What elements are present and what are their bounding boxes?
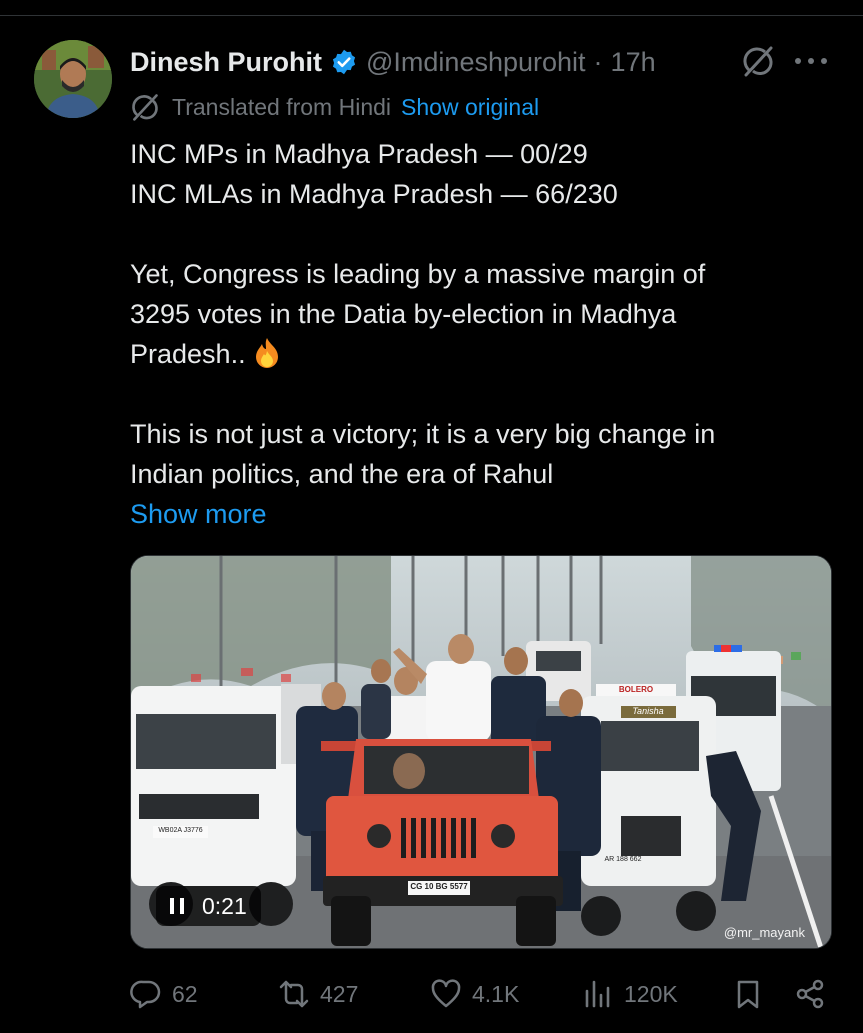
reply-icon — [130, 980, 161, 1009]
action-bar: 62 427 4.1K 120K — [130, 972, 830, 1016]
video-watermark: @mr_mayank — [723, 925, 805, 940]
bookmark-icon — [737, 980, 759, 1009]
translation-notice: Translated from Hindi Show original — [130, 90, 539, 124]
video-player[interactable]: CG 10 BG 5577 WB02A J3776 AR 188 662 Tan… — [130, 555, 832, 949]
author-handle[interactable]: @Imdineshpurohit — [366, 47, 586, 78]
post-text: INC MPs in Madhya Pradesh — 00/29 INC ML… — [130, 134, 830, 534]
share-button[interactable] — [794, 972, 836, 1016]
views-icon — [585, 980, 610, 1008]
van-label-text: Tanisha — [632, 706, 664, 716]
video-time-badge[interactable]: 0:21 — [156, 886, 261, 926]
repost-count: 427 — [320, 980, 359, 1007]
repost-icon — [279, 980, 309, 1008]
left-plate-text: WB02A J3776 — [158, 827, 203, 834]
more-dot — [795, 58, 801, 64]
translation-label: Translated from Hindi — [172, 93, 392, 120]
show-more-link[interactable]: Show more — [130, 494, 830, 534]
reply-count: 62 — [172, 980, 198, 1007]
post-line: Yet, Congress is leading by a massive ma… — [130, 259, 706, 289]
verified-badge-icon — [330, 48, 358, 76]
show-original-link[interactable]: Show original — [401, 94, 539, 121]
fire-emoji-icon — [252, 337, 282, 369]
more-dot — [808, 58, 814, 64]
grok-icon[interactable] — [741, 44, 775, 78]
right-plate-text: AR 188 662 — [604, 856, 642, 863]
post-line: Pradesh.. — [130, 339, 246, 369]
view-count: 120K — [624, 980, 678, 1007]
avatar-image — [34, 40, 112, 118]
post-time[interactable]: 17h — [611, 47, 656, 78]
grok-translate-icon — [132, 94, 158, 121]
post-line: Indian politics, and the era of Rahul — [130, 459, 554, 489]
share-icon — [796, 979, 824, 1009]
like-count: 4.1K — [472, 980, 520, 1007]
like-button[interactable]: 4.1K — [430, 972, 519, 1016]
reply-button[interactable]: 62 — [130, 972, 198, 1016]
more-dot — [821, 58, 827, 64]
like-icon — [431, 979, 461, 1008]
post-line: 3295 votes in the Datia by-election in M… — [130, 299, 677, 329]
author-name[interactable]: Dinesh Purohit — [130, 47, 322, 78]
avatar[interactable] — [34, 40, 112, 118]
van-sign-text: BOLERO — [618, 685, 654, 694]
video-duration: 0:21 — [202, 892, 247, 919]
post-header: Dinesh Purohit @Imdineshpurohit · 17h — [130, 42, 843, 82]
views-button[interactable]: 120K — [582, 972, 678, 1016]
more-icon[interactable] — [795, 46, 827, 76]
repost-button[interactable]: 427 — [278, 972, 358, 1016]
post-line-with-emoji: Pradesh.. — [130, 334, 830, 374]
pause-icon[interactable] — [170, 898, 184, 914]
front-plate-text: CG 10 BG 5577 — [410, 882, 468, 891]
separator-dot: · — [593, 46, 603, 77]
bookmark-button[interactable] — [732, 972, 774, 1016]
post-line: INC MLAs in Madhya Pradesh — 66/230 — [130, 179, 618, 209]
post-line: This is not just a victory; it is a very… — [130, 419, 716, 449]
post-line: INC MPs in Madhya Pradesh — 00/29 — [130, 139, 588, 169]
top-divider — [0, 15, 863, 16]
